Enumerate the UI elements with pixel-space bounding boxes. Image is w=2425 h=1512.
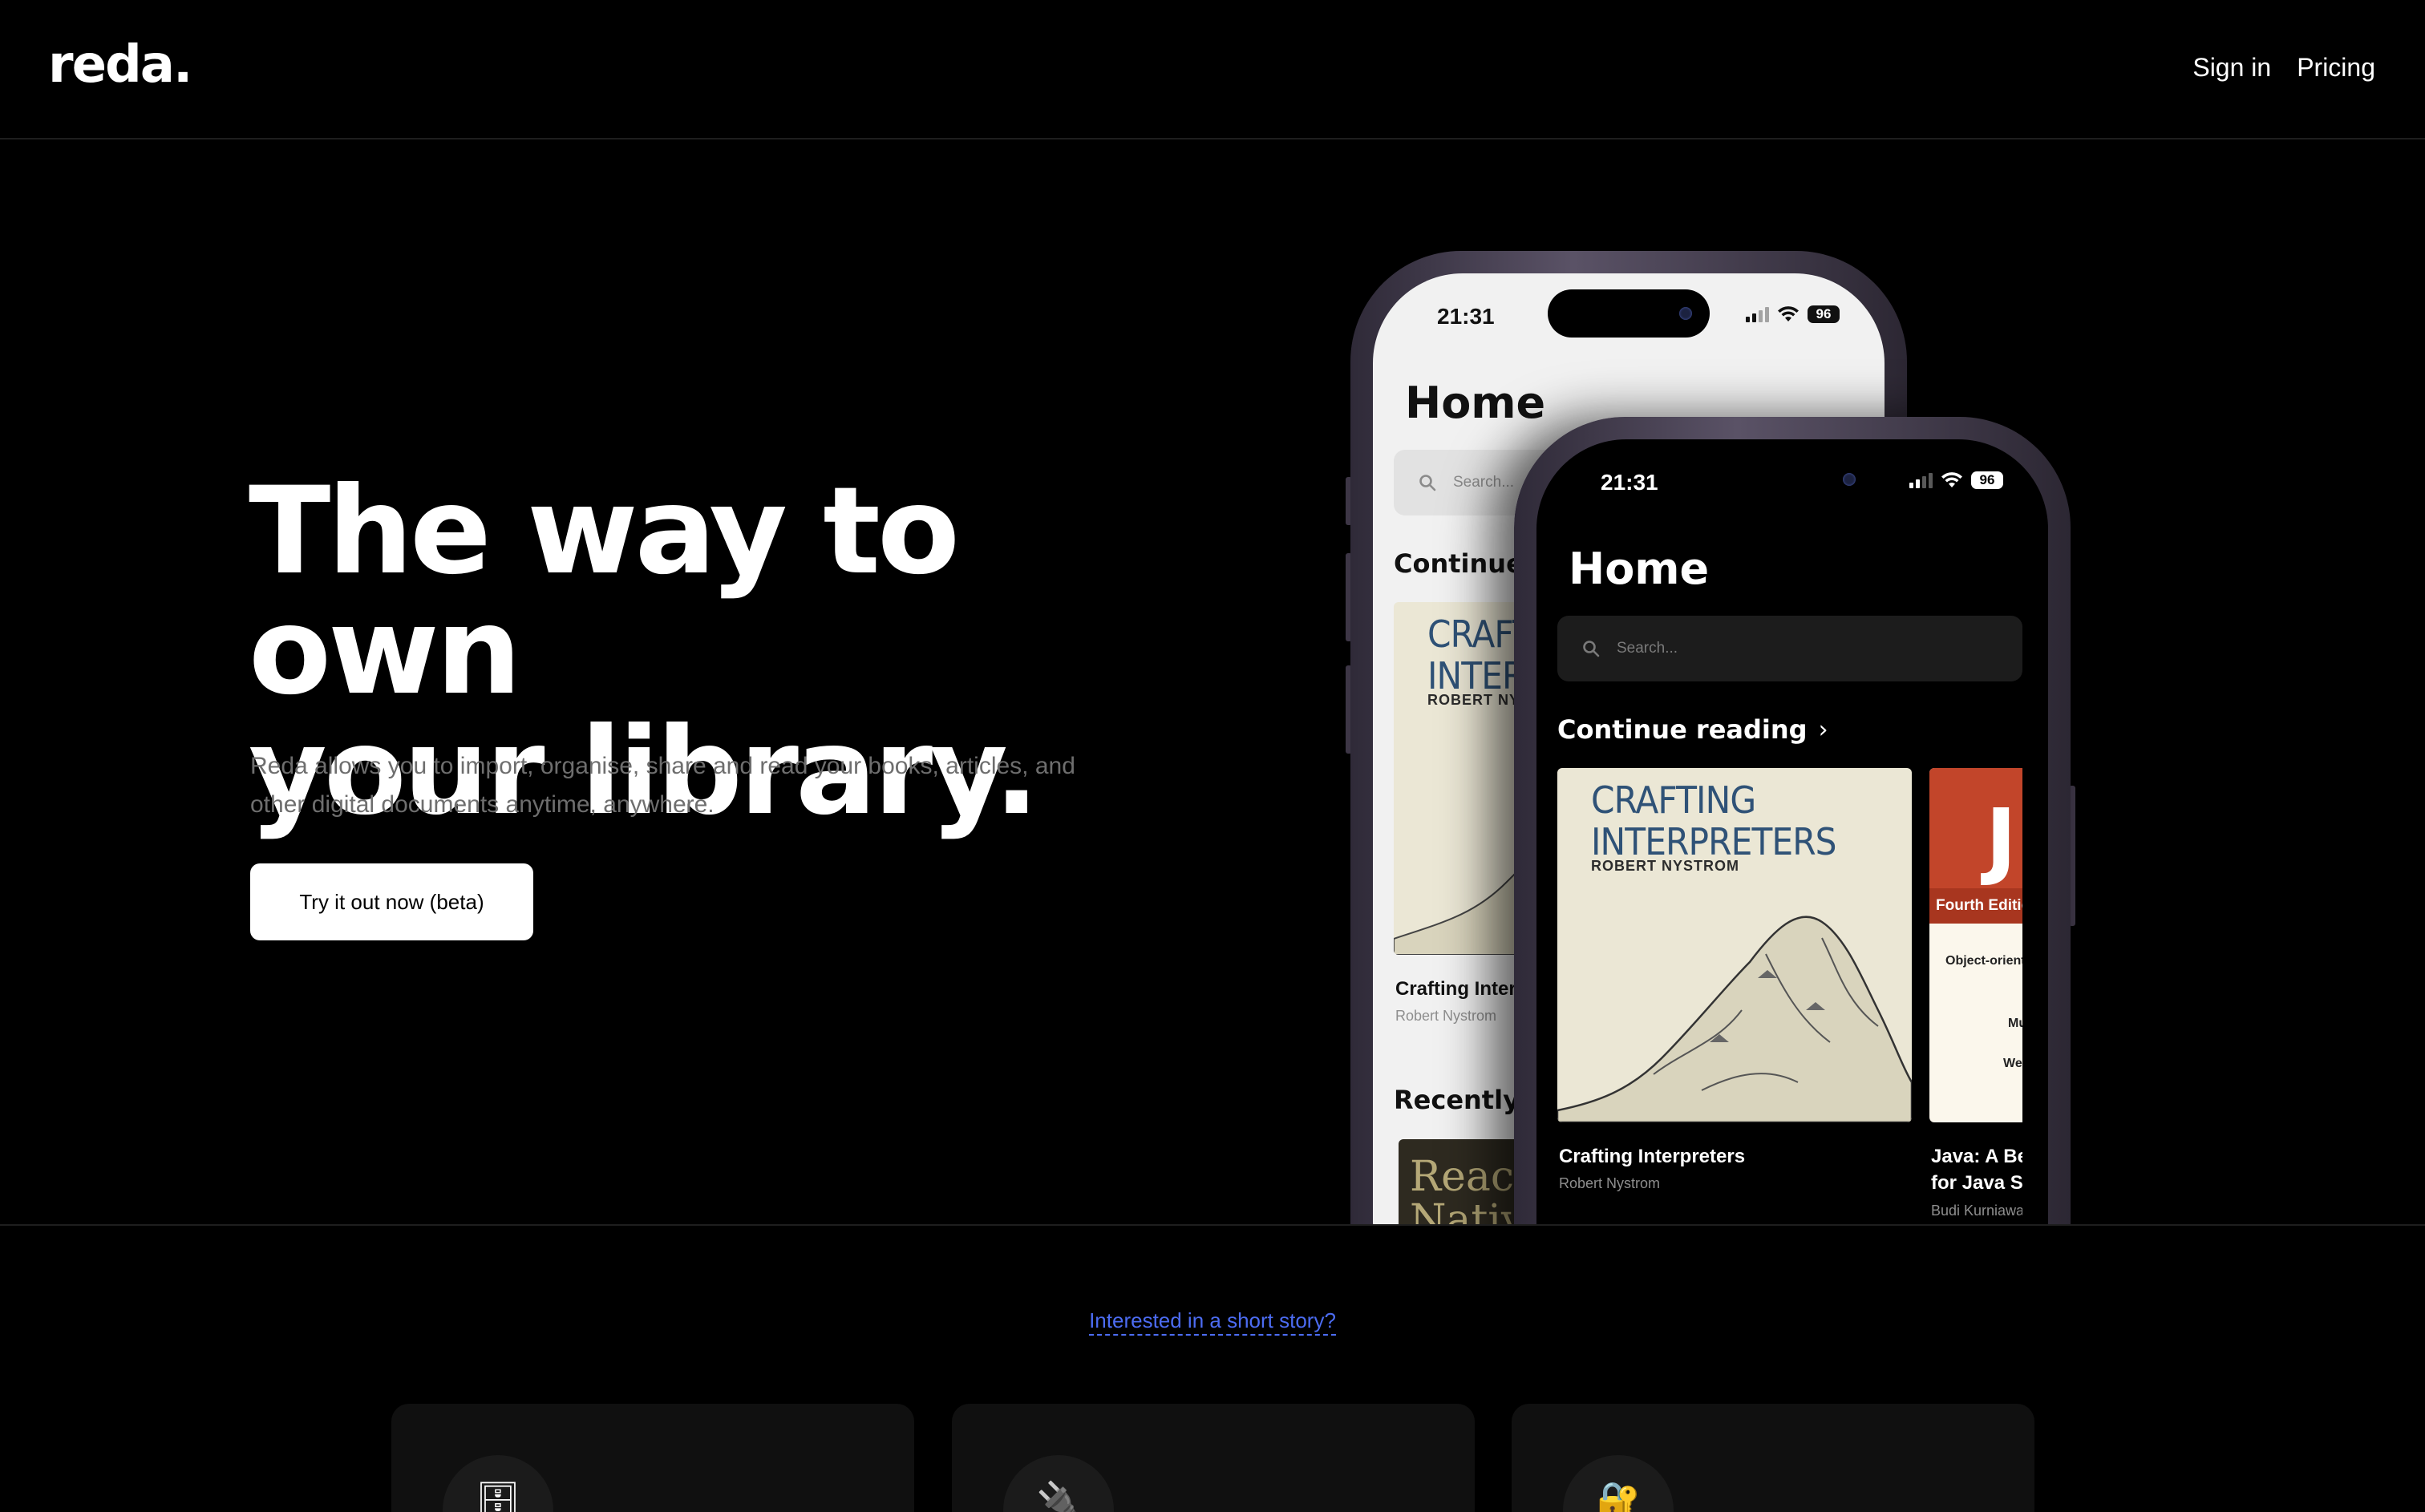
book-cover-react-native[interactable]: ReactNative — [1399, 1139, 1519, 1224]
mountain-illustration — [1557, 916, 1912, 1122]
signal-icon — [1746, 306, 1769, 322]
cover-letter: J — [1986, 790, 2017, 888]
status-time: 21:31 — [1601, 470, 1658, 495]
book-title: Crafting Interpreters — [1559, 1146, 1746, 1167]
pricing-link[interactable]: Pricing — [2297, 53, 2375, 83]
signal-icon — [1909, 472, 1933, 488]
phone-mockups: 21:31 96 Home Search... Continue reading… — [1283, 160, 2125, 1224]
dynamic-island — [1548, 289, 1710, 338]
status-icons: 96 — [1746, 305, 1840, 323]
hero-title-line-1: The way to own — [249, 462, 960, 722]
plug-icon: 🔌 — [1003, 1455, 1114, 1512]
cover-title: CRAFTINGINTERPRETERS — [1591, 778, 1837, 863]
feature-card: 🔐 — [1512, 1404, 2034, 1512]
camera-icon — [1679, 307, 1692, 320]
lock-key-icon: 🔐 — [1563, 1455, 1674, 1512]
hero-subtitle-line-1: Reda allows you to import, organise, sha… — [250, 753, 1075, 779]
cover-text: Object-oriented — [1945, 954, 2022, 968]
status-time: 21:31 — [1437, 304, 1495, 329]
home-title: Home — [1405, 378, 1546, 428]
phone-dark-mode: 21:31 96 Home Search... Continue reading… — [1514, 417, 2071, 1224]
cover-author: ROBERT NYSTROM — [1591, 858, 1739, 874]
continue-reading-heading[interactable]: Continue reading › — [1557, 714, 1828, 745]
search-icon — [1419, 475, 1436, 491]
cover-text: Mu — [2008, 1017, 2022, 1030]
search-input[interactable]: Search... — [1557, 616, 2022, 681]
book-author: Budi Kurniawan — [1931, 1203, 2022, 1217]
short-story-link[interactable]: Interested in a short story? — [1089, 1308, 1336, 1336]
search-placeholder: Search... — [1617, 640, 1678, 657]
book-author: Robert Nystrom — [1395, 1008, 1497, 1024]
continue-reading-label: Continue reading — [1557, 714, 1808, 745]
book-cover-java[interactable]: J Fourth Edition Object-oriented Mu We — [1929, 768, 2022, 1122]
header-nav: Sign in Pricing — [2192, 53, 2375, 83]
battery-level: 96 — [1971, 471, 2003, 489]
status-icons: 96 — [1909, 471, 2003, 489]
chevron-right-icon: › — [1818, 715, 1828, 744]
cover-edition: Fourth Edition — [1929, 888, 2022, 924]
camera-icon — [1843, 473, 1856, 486]
wifi-icon — [1941, 472, 1962, 487]
hero-subtitle: Reda allows you to import, organise, sha… — [250, 747, 1172, 824]
search-icon — [1583, 641, 1600, 657]
top-nav-bar: reda. Sign in Pricing — [0, 0, 2425, 139]
hero-subtitle-line-2: other digital documents anytime, anywher… — [250, 791, 715, 818]
sign-in-link[interactable]: Sign in — [2192, 53, 2271, 83]
search-placeholder: Search... — [1453, 474, 1515, 491]
dynamic-island — [1711, 455, 1873, 503]
wifi-icon — [1778, 306, 1799, 321]
book-author: Robert Nystrom — [1559, 1175, 1661, 1191]
cover-title: ReactNative — [1410, 1153, 1519, 1224]
cover-text: We — [2003, 1057, 2022, 1070]
feature-card: 🔌 — [952, 1404, 1475, 1512]
book-cover-crafting-interpreters[interactable]: CRAFTINGINTERPRETERS ROBERT NYSTROM — [1557, 768, 1912, 1122]
status-bar: 21:31 96 — [1373, 273, 1885, 362]
section-divider — [0, 1224, 2425, 1226]
book-item-java[interactable]: J Fourth Edition Object-oriented Mu We J… — [1929, 768, 2022, 1217]
file-cabinet-icon: 🗄 — [443, 1455, 553, 1512]
reda-logo[interactable]: reda. — [48, 35, 192, 95]
phone-dark-screen: 21:31 96 Home Search... Continue reading… — [1536, 439, 2048, 1224]
short-story-row: Interested in a short story? — [0, 1308, 2425, 1336]
book-title: Java: A Beginner's Guidefor Java SE — [1931, 1146, 2022, 1194]
home-title: Home — [1569, 544, 1710, 594]
try-it-out-button[interactable]: Try it out now (beta) — [250, 863, 533, 940]
feature-card: 🗄 — [391, 1404, 914, 1512]
status-bar: 21:31 96 — [1536, 439, 2048, 528]
battery-level: 96 — [1808, 305, 1840, 323]
